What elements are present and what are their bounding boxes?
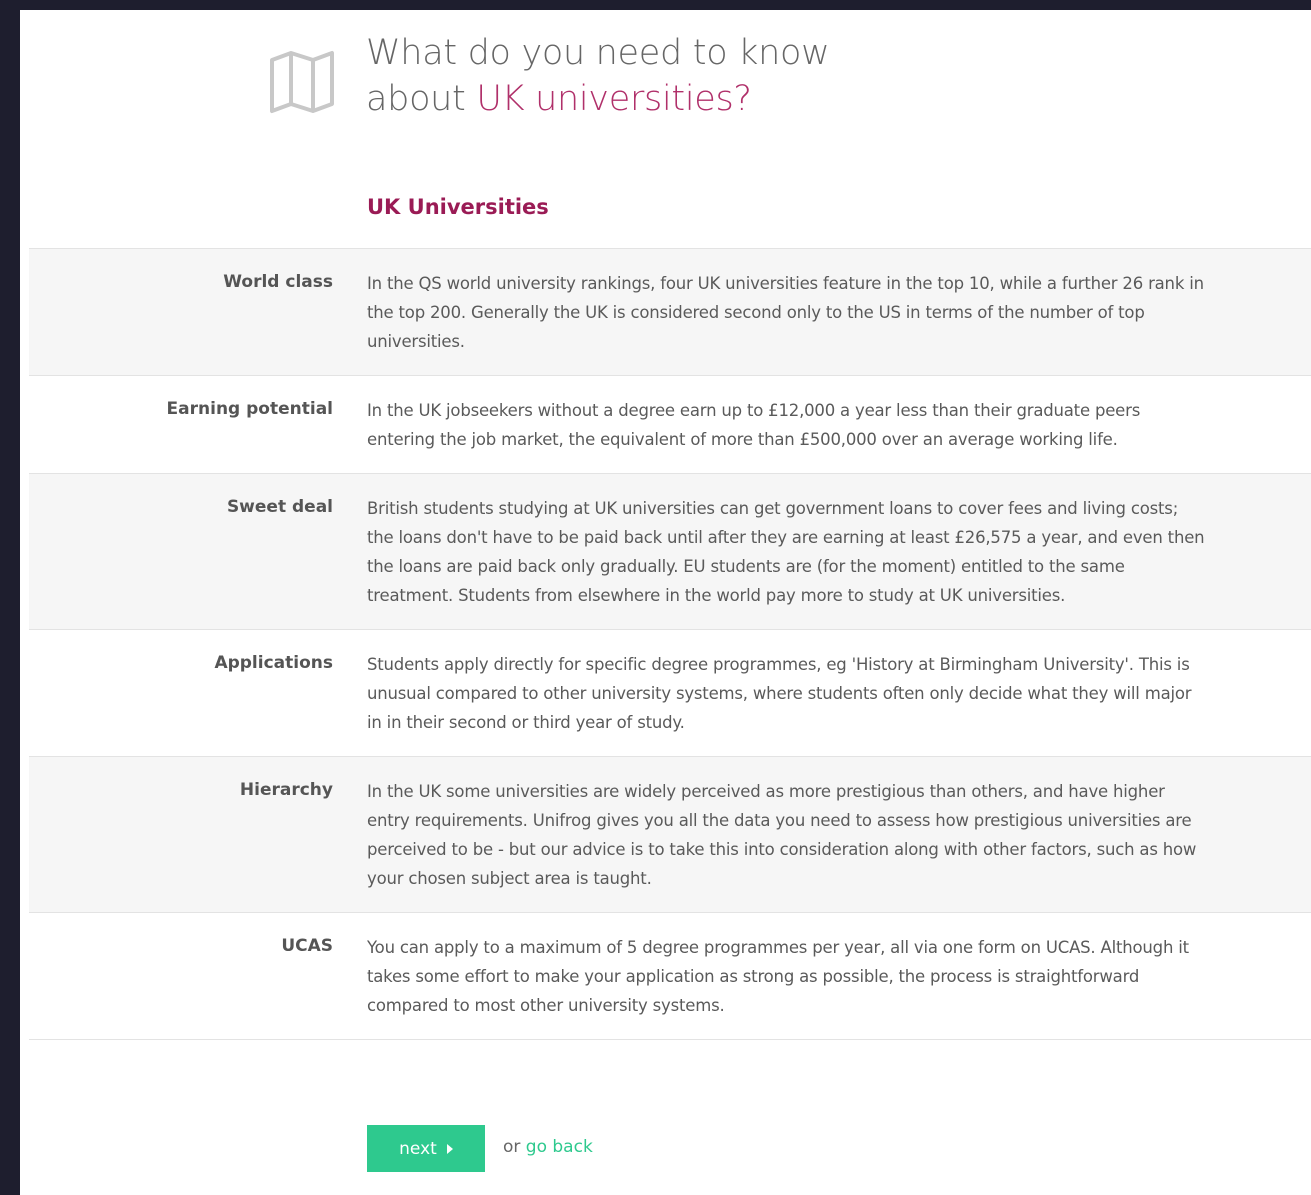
row-text: In the UK jobseekers without a degree ea… — [367, 401, 1141, 449]
row-text: British students studying at UK universi… — [367, 499, 1205, 605]
row-label: Applications — [214, 653, 333, 673]
map-icon — [270, 51, 334, 113]
row-text: Students apply directly for specific deg… — [367, 655, 1192, 732]
row-text: In the UK some universities are widely p… — [367, 782, 1197, 888]
info-row-ucas: UCAS You can apply to a maximum of 5 deg… — [29, 913, 1311, 1040]
row-label: World class — [223, 272, 333, 292]
row-label: Hierarchy — [239, 780, 333, 800]
page-title: What do you need to know about UK univer… — [366, 30, 830, 122]
page-title-prefix: about — [366, 79, 477, 119]
or-label: or — [503, 1137, 526, 1157]
row-label: UCAS — [281, 936, 333, 956]
page-title-line-1: What do you need to know — [366, 33, 830, 73]
next-button-label: next — [399, 1138, 437, 1159]
section-title: UK Universities — [367, 195, 549, 219]
info-row-sweet-deal: Sweet deal British students studying at … — [29, 474, 1311, 630]
go-back-link[interactable]: go back — [526, 1137, 593, 1157]
next-button[interactable]: next — [367, 1125, 485, 1172]
row-label: Sweet deal — [226, 497, 333, 517]
caret-right-icon — [446, 1143, 453, 1154]
row-label: Earning potential — [166, 399, 333, 419]
page-title-accent: UK universities? — [476, 79, 752, 119]
info-row-world-class: World class In the QS world university r… — [29, 249, 1311, 376]
info-table: World class In the QS world university r… — [29, 248, 1311, 1040]
info-row-hierarchy: Hierarchy In the UK some universities ar… — [29, 757, 1311, 913]
page: What do you need to know about UK univer… — [20, 10, 1311, 1195]
row-text: In the QS world university rankings, fou… — [367, 274, 1204, 351]
info-row-earning-potential: Earning potential In the UK jobseekers w… — [29, 376, 1311, 474]
page-title-line-2: about UK universities? — [366, 76, 829, 122]
info-row-applications: Applications Students apply directly for… — [29, 630, 1311, 757]
row-text: You can apply to a maximum of 5 degree p… — [367, 938, 1189, 1015]
or-text: or go back — [503, 1137, 593, 1157]
